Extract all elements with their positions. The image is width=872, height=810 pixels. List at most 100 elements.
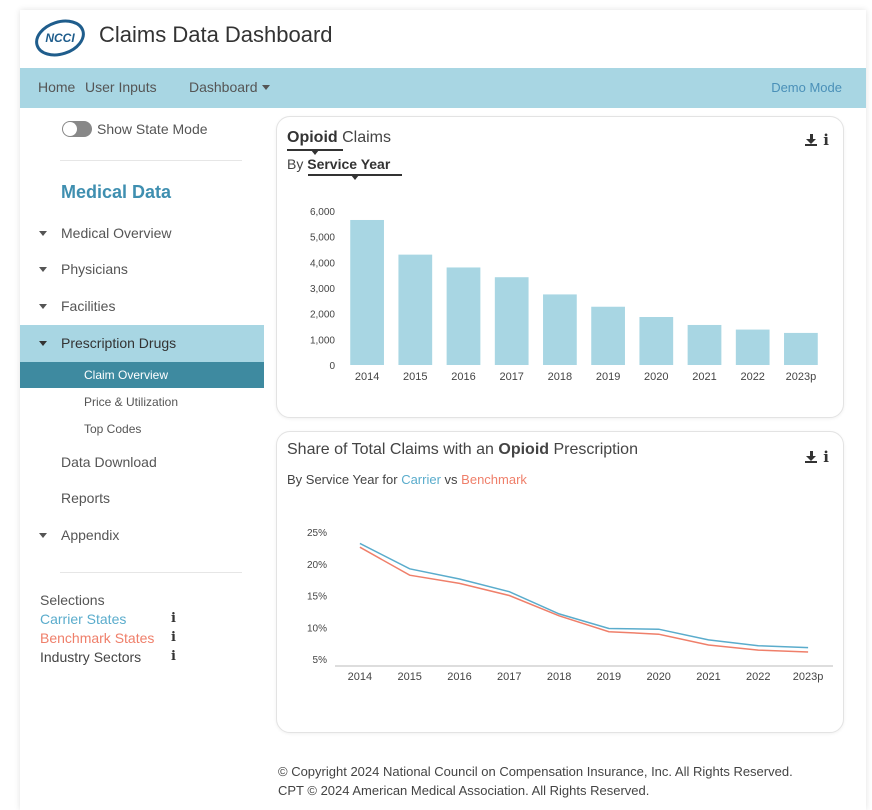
x-tick-label: 2021 (696, 671, 720, 683)
y-tick-label: 20% (307, 560, 327, 571)
x-tick-label: 2020 (644, 371, 668, 383)
bar (398, 254, 433, 365)
nav-dashboard-dropdown[interactable]: Dashboard (189, 79, 270, 95)
sidebar-item-label: Physicians (61, 261, 128, 277)
sidebar-item-data-download[interactable]: Data Download (20, 444, 264, 480)
opioid-share-card: Share of Total Claims with an Opioid Pre… (276, 431, 844, 733)
app-window: NCCI Claims Data Dashboard Home User Inp… (20, 10, 866, 810)
selection-industry-sectors: Industry Sectors i (40, 649, 176, 665)
carrier-series-line (359, 542, 809, 649)
sidebar-section-title: Medical Data (61, 182, 172, 202)
opioid-claims-bar-chart: 6,000 5,000 4,000 3,000 2,000 1,000 0 2014 2015 2… (310, 207, 818, 383)
app-title: Claims Data Dashboard (99, 22, 333, 47)
state-mode-label: Show State Mode (97, 121, 208, 137)
caret-down-icon (39, 267, 47, 272)
y-tick-label: 4,000 (310, 258, 335, 269)
title-bar: NCCI Claims Data Dashboard (20, 10, 866, 68)
sidebar-item-prescription-drugs[interactable]: Prescription Drugs (20, 325, 264, 362)
cpt-copyright-line: CPT © 2024 American Medical Association.… (278, 783, 650, 798)
x-tick-label: 2017 (497, 671, 521, 683)
selection-label: Carrier States (40, 611, 127, 627)
x-tick-label: 2019 (597, 671, 621, 683)
y-tick-label: 6,000 (310, 207, 335, 218)
opioid-claims-card: Opioid Claims By Service Year i 6,000 5,0… (276, 116, 844, 418)
sidebar-item-facilities[interactable]: Facilities (20, 288, 264, 324)
bar (735, 329, 770, 365)
x-tick-label: 2016 (451, 371, 475, 383)
x-tick-label: 2015 (397, 671, 421, 683)
sidebar-subitem-claim-overview[interactable]: Claim Overview (20, 362, 264, 388)
bar (687, 324, 722, 365)
sidebar-item-reports[interactable]: Reports (20, 480, 264, 516)
sidebar-item-label: Appendix (61, 527, 120, 543)
y-tick-label: 0 (329, 361, 335, 372)
x-tick-label: 2015 (403, 371, 427, 383)
caret-down-icon (39, 341, 47, 346)
info-icon[interactable]: i (171, 649, 176, 664)
x-tick-label: 2023p (793, 671, 824, 683)
nav-dashboard-label: Dashboard (189, 79, 258, 95)
caret-down-icon (39, 231, 47, 236)
bar (591, 306, 625, 365)
x-tick-label: 2019 (596, 371, 620, 383)
x-tick-label: 2020 (646, 671, 670, 683)
benchmark-series-line (359, 546, 809, 653)
bar (784, 332, 818, 365)
y-tick-label: 5,000 (310, 233, 335, 244)
info-icon[interactable]: i (171, 630, 176, 645)
y-tick-label: 2,000 (310, 310, 335, 321)
x-tick-label: 2014 (348, 671, 372, 683)
x-tick-label: 2014 (355, 371, 379, 383)
caret-down-icon (39, 533, 47, 538)
sidebar-item-label: Facilities (61, 298, 116, 314)
bar (543, 294, 577, 365)
x-tick-label: 2018 (547, 671, 571, 683)
ncci-logo: NCCI (35, 19, 85, 57)
info-icon[interactable]: i (171, 611, 176, 626)
y-tick-label: 3,000 (310, 284, 335, 295)
sidebar-subitem-label: Claim Overview (84, 368, 169, 382)
sidebar: Show State Mode Medical Data Medical Ove… (20, 108, 264, 810)
y-tick-label: 5% (313, 655, 328, 666)
footer: © Copyright 2024 National Council on Com… (278, 762, 793, 800)
sidebar-item-label: Reports (61, 490, 111, 506)
state-mode-toggle[interactable] (62, 121, 92, 137)
y-tick-label: 1,000 (310, 335, 335, 346)
sidebar-subitem-price-utilization[interactable]: Price & Utilization (20, 389, 264, 415)
x-tick-label: 2022 (746, 671, 770, 683)
x-tick-label: 2018 (548, 371, 572, 383)
sidebar-subitem-label: Top Codes (84, 422, 142, 436)
selections-title: Selections (40, 592, 105, 608)
sidebar-item-appendix[interactable]: Appendix (20, 517, 264, 553)
bar (446, 267, 481, 365)
chevron-down-icon (261, 85, 270, 90)
logo-text: NCCI (45, 31, 75, 45)
navbar: Home User Inputs Dashboard Demo Mode (20, 68, 866, 108)
sidebar-item-medical-overview[interactable]: Medical Overview (20, 215, 264, 251)
bar (494, 277, 529, 365)
demo-mode-link[interactable]: Demo Mode (771, 80, 842, 95)
sidebar-divider (60, 160, 242, 161)
sidebar-item-label: Prescription Drugs (61, 335, 177, 351)
sidebar-item-label: Medical Overview (61, 225, 172, 241)
sidebar-subitem-top-codes[interactable]: Top Codes (20, 416, 264, 442)
bar (639, 317, 674, 365)
nav-home[interactable]: Home (38, 79, 75, 95)
sidebar-item-physicians[interactable]: Physicians (20, 251, 264, 287)
x-tick-label: 2022 (740, 371, 764, 383)
x-tick-label: 2021 (692, 371, 716, 383)
x-tick-label: 2023p (786, 371, 817, 383)
copyright-line: © Copyright 2024 National Council on Com… (278, 764, 793, 779)
selection-label: Industry Sectors (40, 649, 142, 665)
sidebar-item-label: Data Download (61, 454, 157, 470)
nav-user-inputs[interactable]: User Inputs (85, 79, 157, 95)
selection-label: Benchmark States (40, 630, 155, 646)
x-tick-label: 2016 (447, 671, 471, 683)
selection-benchmark-states: Benchmark States i (40, 630, 176, 646)
toggle-knob (63, 122, 77, 136)
y-tick-label: 10% (307, 623, 327, 634)
bar (350, 219, 384, 365)
x-tick-label: 2017 (499, 371, 523, 383)
y-tick-label: 15% (307, 592, 327, 603)
y-tick-label: 25% (307, 528, 327, 539)
